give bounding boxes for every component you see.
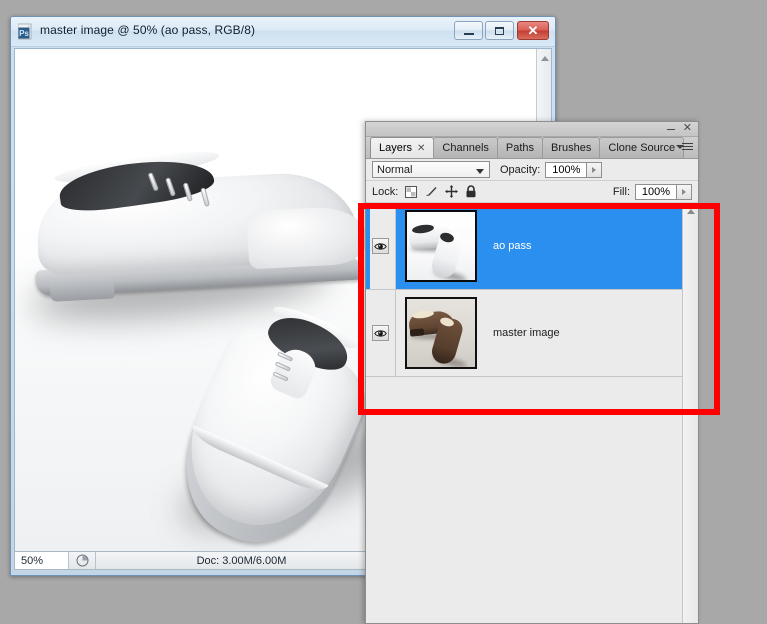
document-titlebar[interactable]: Ps master image @ 50% (ao pass, RGB/8) ✕ [11, 17, 555, 47]
panel-titlebar[interactable]: ✕ [366, 122, 698, 137]
shoe-heel [49, 276, 115, 302]
lock-transparency-icon[interactable] [405, 185, 418, 198]
photoshop-document-icon: Ps [18, 23, 32, 40]
svg-text:Ps: Ps [19, 29, 29, 38]
tab-channels[interactable]: Channels [433, 137, 498, 158]
maximize-icon [495, 26, 504, 35]
layer-visibility-cell[interactable] [366, 203, 396, 289]
opacity-stepper[interactable] [587, 161, 603, 178]
tab-paths[interactable]: Paths [496, 137, 544, 158]
tab-layers[interactable]: Layers ✕ [370, 137, 435, 158]
tab-label: Paths [505, 142, 535, 154]
opacity-label: Opacity: [500, 163, 541, 176]
lock-row: Lock: Fill: 100% [366, 181, 698, 203]
tab-label: Brushes [551, 142, 592, 154]
layer-visibility-cell[interactable] [366, 290, 396, 376]
tab-clone-source[interactable]: Clone Source [599, 137, 685, 158]
document-preview-icon[interactable] [69, 552, 96, 569]
layer-name[interactable]: master image [493, 327, 560, 339]
layers-panel: ✕ Layers ✕ Channels Paths Brushes Clone … [365, 121, 699, 624]
minimize-icon [463, 32, 474, 35]
shoe-left-render [30, 145, 370, 302]
layers-list: ao pass master image [366, 203, 698, 623]
panel-close-button[interactable]: ✕ [683, 122, 692, 134]
eye-icon[interactable] [372, 325, 389, 341]
table-row[interactable]: ao pass [366, 203, 698, 290]
blend-mode-value: Normal [377, 163, 413, 176]
fill-stepper[interactable] [677, 183, 692, 200]
layer-name[interactable]: ao pass [493, 240, 532, 252]
opacity-input[interactable]: 100% [545, 161, 588, 178]
selection-indicator [366, 203, 370, 289]
blend-options-row: Normal Opacity: 100% [366, 159, 698, 181]
panel-minimize-button[interactable] [666, 124, 676, 134]
scroll-up-icon[interactable] [541, 56, 549, 61]
document-size-label: Doc: 3.00M/6.00M [96, 552, 388, 569]
tab-label: Channels [442, 142, 489, 154]
close-icon[interactable]: ✕ [417, 143, 425, 154]
document-title: master image @ 50% (ao pass, RGB/8) [40, 23, 256, 37]
layers-vertical-scrollbar[interactable] [682, 203, 698, 623]
eye-icon[interactable] [372, 238, 389, 254]
tab-brushes[interactable]: Brushes [542, 137, 601, 158]
close-button[interactable]: ✕ [517, 21, 549, 40]
master-image-thumbnail[interactable] [405, 297, 477, 369]
lock-pixels-icon[interactable] [424, 185, 438, 198]
table-row[interactable]: master image [366, 290, 698, 377]
close-icon: ✕ [527, 23, 539, 38]
panel-menu-icon[interactable] [674, 140, 694, 156]
lock-position-icon[interactable] [445, 185, 459, 198]
maximize-button[interactable] [485, 21, 514, 40]
lock-label: Lock: [372, 185, 399, 198]
lock-all-icon[interactable] [465, 185, 477, 198]
minimize-button[interactable] [454, 21, 483, 40]
tab-label: Clone Source [608, 142, 676, 154]
tab-label: Layers [379, 142, 413, 154]
fill-group: Fill: 100% [612, 183, 692, 200]
zoom-level-input[interactable]: 50% [15, 552, 69, 569]
fill-label: Fill: [612, 185, 630, 198]
chevron-down-icon [476, 169, 484, 174]
screen: Ps master image @ 50% (ao pass, RGB/8) ✕ [0, 0, 767, 624]
fill-input[interactable]: 100% [635, 183, 677, 200]
scroll-up-icon[interactable] [687, 209, 695, 214]
shoe-toe [246, 205, 370, 270]
ao-pass-thumbnail[interactable] [405, 210, 477, 282]
blend-mode-select[interactable]: Normal [372, 161, 490, 178]
panel-tabs: Layers ✕ Channels Paths Brushes Clone So… [366, 137, 698, 159]
